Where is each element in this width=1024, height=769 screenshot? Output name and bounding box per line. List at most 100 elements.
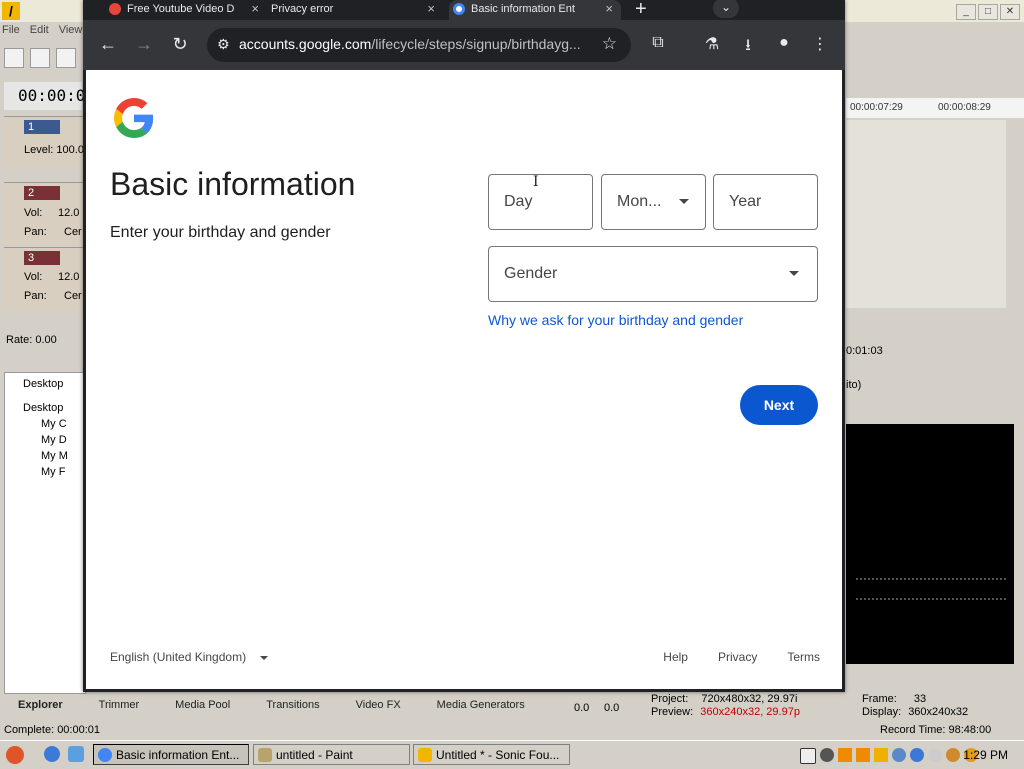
taskbar-item-paint[interactable]: untitled - Paint <box>253 744 410 765</box>
preview-quality-label[interactable]: ito) <box>846 379 861 392</box>
back-arrow-icon[interactable]: ← <box>98 34 118 54</box>
new-tab-icon[interactable]: + <box>635 0 647 21</box>
tab-video-fx[interactable]: Video FX <box>338 696 419 716</box>
menu-kebab-icon[interactable]: ⋮ <box>810 34 830 54</box>
site-info-icon[interactable]: ⚙ <box>217 36 230 53</box>
taskbar-item-browser[interactable]: Basic information Ent... <box>93 744 249 765</box>
volume-tray-icon[interactable] <box>946 748 960 762</box>
explorer-top-item[interactable]: Desktop <box>23 377 63 391</box>
profile-avatar-icon[interactable]: ● <box>774 34 794 52</box>
explorer-item[interactable]: My F <box>41 465 65 479</box>
explorer-item[interactable]: My D <box>41 433 67 447</box>
help-link[interactable]: Help <box>663 650 688 664</box>
tab-media-generators[interactable]: Media Generators <box>419 696 543 716</box>
explorer-item[interactable]: My M <box>41 449 68 463</box>
explorer-item[interactable]: My C <box>41 417 67 431</box>
google-logo-icon <box>114 98 154 138</box>
track-vol-label: Vol: <box>24 207 43 219</box>
extensions-puzzle-icon[interactable]: ⧉ <box>648 34 668 52</box>
gender-select[interactable]: Gender <box>488 246 818 302</box>
track-1[interactable]: 1 Level: 100.0 <box>4 116 84 169</box>
editor-logo-icon: / <box>2 2 20 20</box>
save-icon[interactable] <box>56 48 76 68</box>
language-selector[interactable]: English (United Kingdom) <box>110 650 269 664</box>
address-bar[interactable]: ⚙ accounts.google.com/lifecycle/steps/si… <box>207 28 631 62</box>
track-pan-label: Pan: <box>24 290 47 302</box>
tab-label: Privacy error <box>271 3 334 15</box>
track-3[interactable]: 3 Vol: 12.0 Pan: Cer <box>4 247 84 310</box>
ruler-tick: 00:00:07:29 <box>850 102 903 113</box>
browser-tab[interactable]: Privacy error × <box>267 0 443 20</box>
taskbar-item-label: Basic information Ent... <box>116 748 240 762</box>
taskbar-item-sonic[interactable]: Untitled * - Sonic Fou... <box>413 744 570 765</box>
editor-bottom-tabs: Explorer Trimmer Media Pool Transitions … <box>0 696 1024 716</box>
track-level: Level: 100.0 <box>24 144 84 156</box>
shield-tray-icon[interactable] <box>892 748 906 762</box>
new-file-icon[interactable] <box>4 48 24 68</box>
vlc-tray-icon[interactable] <box>856 748 870 762</box>
menu-edit[interactable]: Edit <box>30 24 49 36</box>
track-2[interactable]: 2 Vol: 12.0 Pan: Cer <box>4 182 84 245</box>
language-label: English (United Kingdom) <box>110 650 247 664</box>
menu-file[interactable]: File <box>2 24 20 36</box>
track-vol-value: 12.0 <box>58 207 80 219</box>
browser-tab[interactable]: Free Youtube Video D × <box>105 0 267 20</box>
browser-window: Free Youtube Video D × Privacy error × B… <box>83 0 845 692</box>
network-tray-icon[interactable] <box>820 748 834 762</box>
warning-tray-icon[interactable] <box>874 748 888 762</box>
bookmark-star-icon[interactable]: ☆ <box>602 34 617 54</box>
download-icon[interactable]: ⭳ <box>738 34 758 61</box>
update-tray-icon[interactable] <box>910 748 924 762</box>
quicklaunch-icon[interactable] <box>68 746 84 762</box>
taskbar-item-label: untitled - Paint <box>276 748 353 762</box>
url-path: /lifecycle/steps/signup/birthdayg... <box>371 36 581 52</box>
open-folder-icon[interactable] <box>30 48 50 68</box>
track-number: 1 <box>24 120 60 134</box>
tab-search-chevron-icon[interactable]: ⌄ <box>713 0 739 18</box>
tab-close-icon[interactable]: × <box>251 0 259 18</box>
tab-close-icon[interactable]: × <box>427 0 435 18</box>
tab-trimmer[interactable]: Trimmer <box>81 696 158 716</box>
track-number: 2 <box>24 186 60 200</box>
close-icon[interactable]: ✕ <box>1000 4 1020 20</box>
maximize-icon[interactable]: □ <box>978 4 998 20</box>
editor-window-controls: _ □ ✕ <box>956 4 1020 20</box>
next-button[interactable]: Next <box>740 385 818 425</box>
labs-flask-icon[interactable]: ⚗ <box>702 34 722 54</box>
taskbar-clock[interactable]: 1:29 PM <box>963 748 1008 762</box>
minimize-icon[interactable]: _ <box>956 4 976 20</box>
why-we-ask-link[interactable]: Why we ask for your birthday and gender <box>488 312 743 328</box>
editor-menu-bar: File Edit View <box>2 24 82 36</box>
ie-quicklaunch-icon[interactable] <box>44 746 60 762</box>
day-field[interactable]: Day <box>488 174 593 230</box>
safely-remove-tray-icon[interactable] <box>928 748 942 762</box>
text-cursor-icon: I <box>533 174 539 190</box>
menu-view[interactable]: View <box>59 24 83 36</box>
explorer-root[interactable]: Desktop <box>23 401 63 415</box>
forward-arrow-icon[interactable]: → <box>134 34 154 54</box>
month-select[interactable]: Mon... <box>601 174 706 230</box>
privacy-link[interactable]: Privacy <box>718 650 757 664</box>
start-button-icon[interactable] <box>6 746 24 764</box>
tab-media-pool[interactable]: Media Pool <box>157 696 248 716</box>
reload-icon[interactable]: ↻ <box>170 34 190 54</box>
timeline-area[interactable] <box>846 120 1006 308</box>
page-title: Basic information <box>110 166 356 202</box>
vlc-tray-icon[interactable] <box>838 748 852 762</box>
help-tray-icon[interactable] <box>800 748 816 764</box>
vegas-icon <box>418 748 432 762</box>
tray-icons <box>800 748 978 764</box>
browser-tab-active[interactable]: Basic information Ent × <box>449 0 621 20</box>
timecode-display: 00:00:0 <box>4 82 85 110</box>
preview-line <box>856 598 1006 600</box>
url-text[interactable]: accounts.google.com/lifecycle/steps/sign… <box>239 36 599 52</box>
dropdown-arrow-icon <box>789 271 799 276</box>
time-readout: 0:01:03 <box>846 345 883 357</box>
tab-explorer[interactable]: Explorer <box>0 696 81 716</box>
tab-close-icon[interactable]: × <box>605 0 613 18</box>
terms-link[interactable]: Terms <box>787 650 820 664</box>
tab-transitions[interactable]: Transitions <box>248 696 337 716</box>
track-vol-value: 12.0 <box>58 271 80 283</box>
paint-icon <box>258 748 272 762</box>
year-field[interactable]: Year <box>713 174 818 230</box>
